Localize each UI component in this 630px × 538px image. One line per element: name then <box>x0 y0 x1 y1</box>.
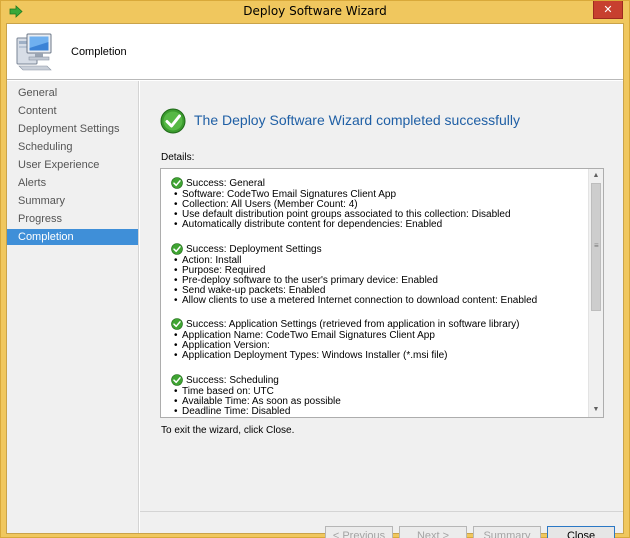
previous-button[interactable]: < Previous <box>325 526 393 538</box>
scrollbar-thumb[interactable]: ≡ <box>591 183 601 311</box>
wizard-nav: General Content Deployment Settings Sche… <box>7 81 139 533</box>
wizard-client: Completion General Content Deployment Se… <box>6 23 624 538</box>
detail-line: Deadline Time: Disabled <box>171 407 581 418</box>
nav-item-summary[interactable]: Summary <box>7 193 138 209</box>
footer-divider <box>140 511 623 512</box>
details-scrollbar[interactable]: ▲ ≡ ▼ <box>588 169 603 417</box>
green-check-icon <box>171 374 183 386</box>
page-title: Completion <box>71 46 127 58</box>
section-title: Success: Application Settings (retrieved… <box>186 319 520 330</box>
window-title: Deploy Software Wizard <box>243 4 387 18</box>
next-button[interactable]: Next > <box>399 526 467 538</box>
section-title: Success: General <box>186 178 265 189</box>
nav-item-user-experience[interactable]: User Experience <box>7 157 138 173</box>
grip-icon: ≡ <box>594 241 599 250</box>
scroll-up-arrow-icon[interactable]: ▲ <box>589 169 603 183</box>
section-title: Success: Deployment Settings <box>186 244 322 255</box>
detail-line: Allow clients to use a metered Internet … <box>171 296 581 307</box>
details-content: Success: General Software: CodeTwo Email… <box>161 169 589 417</box>
details-section-deployment-settings: Success: Deployment Settings Action: Ins… <box>171 243 581 307</box>
nav-item-general[interactable]: General <box>7 85 138 101</box>
green-check-icon <box>160 108 186 134</box>
details-section-general: Success: General Software: CodeTwo Email… <box>171 177 581 231</box>
scroll-down-arrow-icon[interactable]: ▼ <box>589 403 603 417</box>
close-button[interactable]: Close <box>547 526 615 538</box>
details-label: Details: <box>161 152 195 163</box>
section-title: Success: Scheduling <box>186 375 279 386</box>
details-section-application-settings: Success: Application Settings (retrieved… <box>171 318 581 362</box>
nav-item-alerts[interactable]: Alerts <box>7 175 138 191</box>
details-section-scheduling: Success: Scheduling Time based on: UTC A… <box>171 374 581 418</box>
nav-item-content[interactable]: Content <box>7 103 138 119</box>
nav-item-deployment-settings[interactable]: Deployment Settings <box>7 121 138 137</box>
title-bar[interactable]: Deploy Software Wizard ✕ <box>1 1 629 23</box>
exit-instructions: To exit the wizard, click Close. <box>161 425 295 436</box>
nav-item-scheduling[interactable]: Scheduling <box>7 139 138 155</box>
completion-headline: The Deploy Software Wizard completed suc… <box>194 112 521 128</box>
nav-item-completion[interactable]: Completion <box>7 229 138 245</box>
green-check-icon <box>171 243 183 255</box>
computer-icon <box>16 33 52 71</box>
green-check-icon <box>171 177 183 189</box>
wizard-header: Completion <box>7 24 623 80</box>
detail-line: Application Deployment Types: Windows In… <box>171 351 581 362</box>
details-box[interactable]: Success: General Software: CodeTwo Email… <box>160 168 604 418</box>
detail-line: Automatically distribute content for dep… <box>171 220 581 231</box>
window-close-button[interactable]: ✕ <box>593 1 623 19</box>
summary-button[interactable]: Summary <box>473 526 541 538</box>
wizard-window: Deploy Software Wizard ✕ Completion Gene… <box>0 0 630 538</box>
green-check-icon <box>171 318 183 330</box>
nav-item-progress[interactable]: Progress <box>7 211 138 227</box>
main-panel: The Deploy Software Wizard completed suc… <box>140 81 623 538</box>
